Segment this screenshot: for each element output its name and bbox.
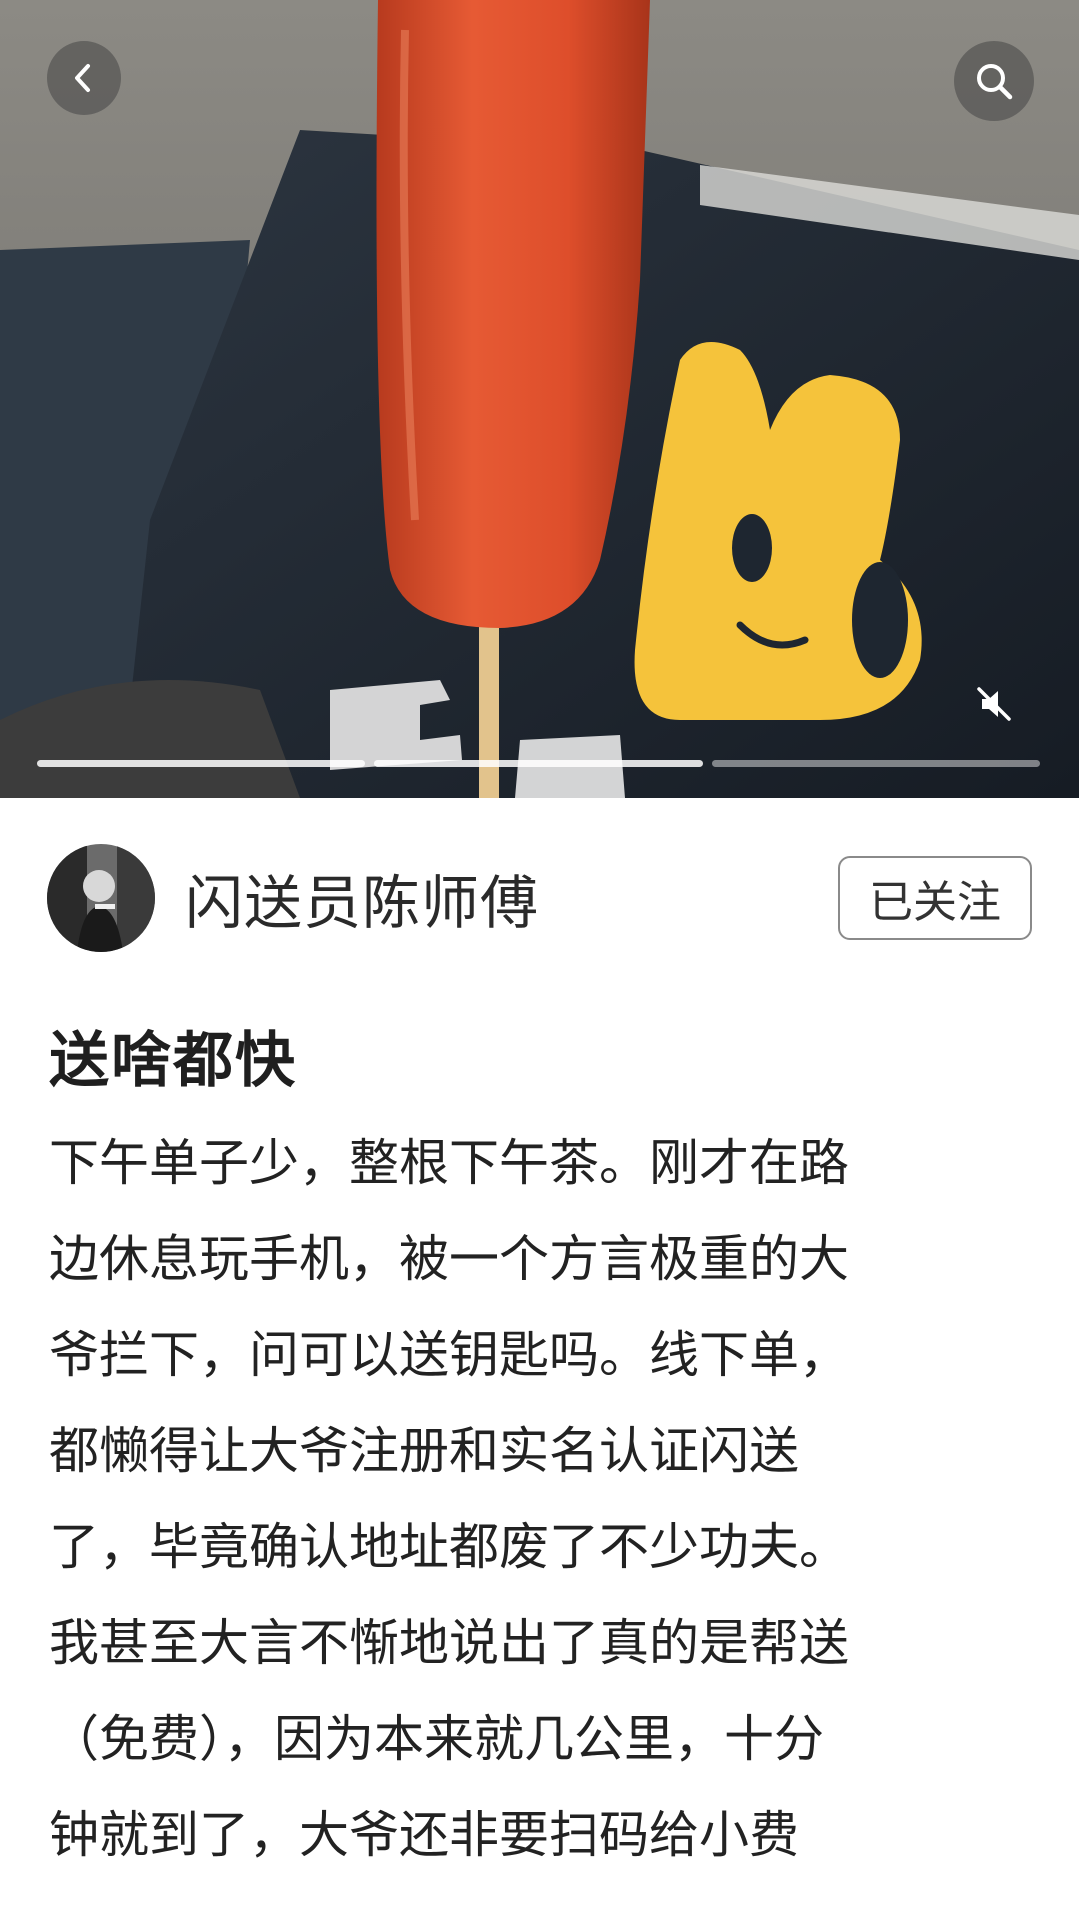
back-button[interactable]: [47, 41, 121, 115]
post-body-line: 爷拦下，问可以送钥匙吗。线下单，: [49, 1326, 849, 1384]
follow-button[interactable]: 已关注: [838, 856, 1032, 940]
progress-segment: [374, 760, 703, 767]
post-detail-page: 闪送员陈师傅 已关注 送啥都快 下午单子少，整根下午茶。刚才在路 边休息玩手机，…: [0, 0, 1079, 1908]
post-title: 送啥都快: [49, 1026, 297, 1096]
progress-segment: [37, 760, 366, 767]
post-body-line: 都懒得让大爷注册和实名认证闪送: [49, 1422, 799, 1480]
speaker-muted-icon: [977, 687, 1011, 721]
search-icon: [977, 64, 1013, 100]
post-body: 下午单子少，整根下午茶。刚才在路 边休息玩手机，被一个方言极重的大 爷拦下，问可…: [49, 1115, 989, 1883]
post-body-line: （免费），因为本来就几公里，十分: [49, 1710, 824, 1768]
post-body-line: 下午单子少，整根下午茶。刚才在路: [49, 1134, 849, 1192]
post-body-line: 了，毕竟确认地址都废了不少功夫。: [49, 1518, 849, 1576]
media-progress: [37, 760, 1040, 768]
post-body-line: 钟就到了，大爷还非要扫码给小费: [49, 1806, 799, 1864]
post-body-line: 边休息玩手机，被一个方言极重的大: [49, 1230, 849, 1288]
author-name[interactable]: 闪送员陈师傅: [185, 856, 838, 940]
post-photo: [0, 0, 1079, 798]
avatar[interactable]: [47, 844, 155, 952]
search-button[interactable]: [954, 41, 1034, 121]
mute-button[interactable]: [970, 680, 1018, 728]
post-body-line: 我甚至大言不惭地说出了真的是帮送: [49, 1614, 849, 1672]
author-row: 闪送员陈师傅 已关注: [47, 842, 1032, 954]
progress-segment: [711, 760, 1040, 767]
post-media[interactable]: [0, 0, 1079, 798]
avatar-image: [47, 844, 155, 952]
chevron-left-icon: [75, 64, 90, 92]
